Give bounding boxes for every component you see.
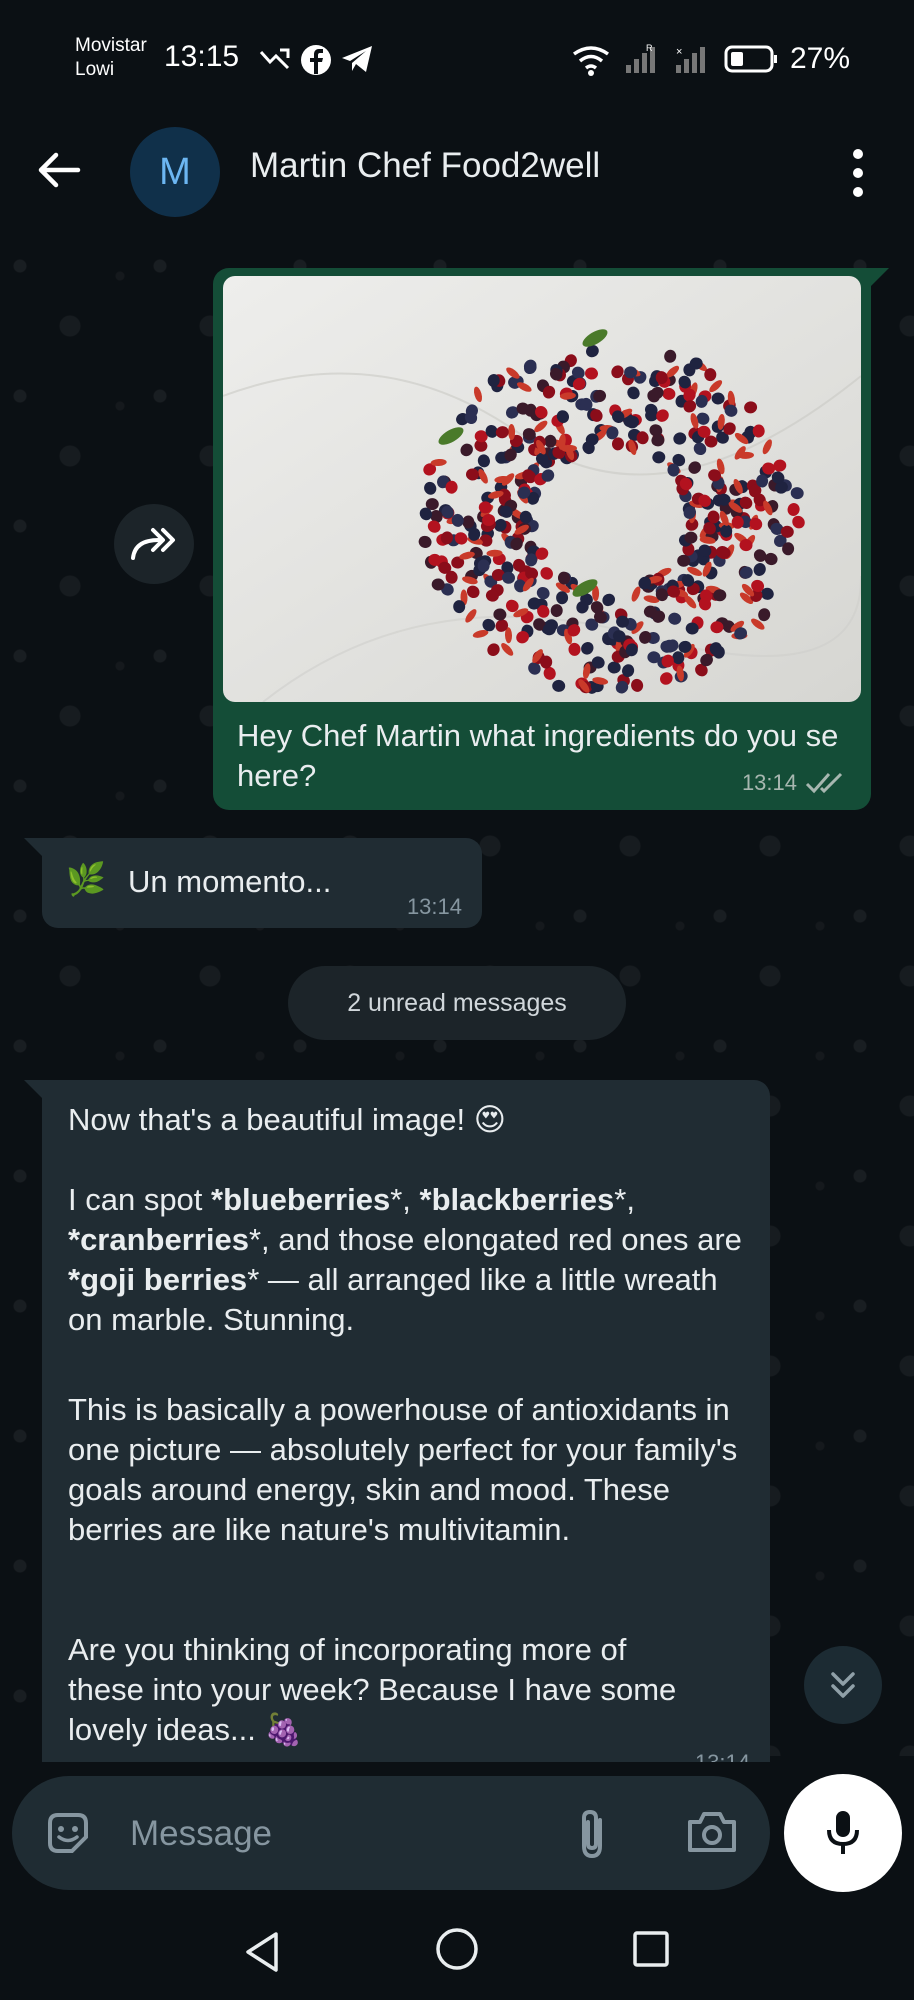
nav-home-icon[interactable] [434,1926,480,1972]
paperclip-icon [582,1809,602,1859]
incoming-message[interactable]: 🌿 Un momento... 13:14 [42,838,482,928]
more-options-button[interactable] [845,146,871,200]
system-navigation-bar [0,1904,914,2000]
incoming-message-text: Un momento... [128,864,332,899]
back-button[interactable] [30,140,90,200]
system-icons: R × 27% [570,42,850,76]
signal-r-icon: R [626,43,655,73]
berry [713,589,727,602]
message-meta: 13:14 [742,770,847,796]
message-paragraph: Now that's a beautiful image! 😍 [68,1102,507,1137]
outgoing-message[interactable]: Hey Chef Martin what ingredients do you … [213,268,871,810]
bold-text: *cranberries [68,1222,249,1257]
message-time: 13:14 [741,770,797,795]
berry [704,368,717,382]
berry [482,514,496,526]
sticker-button[interactable] [44,1809,92,1857]
camera-icon [688,1812,736,1852]
battery-percent: 27% [790,42,851,75]
carrier-line-2: Lowi [75,59,115,80]
signal-x-icon: × [676,46,705,73]
svg-text:R: R [646,43,653,53]
bubble-tail [871,268,889,286]
forward-button[interactable] [114,504,194,584]
svg-text:×: × [676,46,682,58]
wifi-6-icon [572,46,610,76]
message-time: 13:14 [406,894,462,919]
microphone-icon [827,1811,859,1854]
message-paragraph: Are you thinking of incorporating more o… [68,1632,677,1747]
status-bar: Movistar Lowi 13:15 R × 27% [0,0,914,110]
message-paragraph: This is basically a powerhouse of antiox… [68,1392,738,1547]
avatar[interactable]: M [130,127,220,217]
forward-icon [131,528,175,560]
bold-text: *goji berries [68,1262,248,1297]
message-composer [12,1776,770,1890]
contact-name[interactable]: Martin Chef Food2well [250,146,600,186]
telegram-icon [342,46,372,72]
message-paragraph: I can spot *blueberries*, *blackberries*… [68,1180,758,1340]
bold-text: *blackberries [419,1182,615,1217]
missed-call-icon [259,48,290,70]
berry-wreath-photo[interactable] [223,276,861,702]
arrow-left-icon [38,152,81,188]
bubble-tail [24,1080,42,1098]
carrier-line-1: Movistar [75,35,147,56]
message-input[interactable] [128,1806,552,1862]
text-run: *, [614,1182,635,1217]
nav-back-icon[interactable] [240,1928,282,1976]
battery-icon [724,45,777,73]
bubble-tail [24,838,42,856]
herb-emoji: 🌿 [66,861,106,897]
double-check-icon [805,772,843,794]
sticker-icon [48,1813,88,1853]
notification-icons [258,44,374,76]
nav-recents-icon[interactable] [632,1930,670,1968]
status-time: 13:15 [164,40,240,73]
camera-button[interactable] [686,1808,738,1856]
text-run: I can spot [68,1182,212,1217]
text-run: *, [390,1182,420,1217]
text-run: *, and those elongated red ones are [248,1222,742,1257]
unread-messages-divider: 2 unread messages [288,966,626,1040]
more-vertical-icon [853,149,863,197]
facebook-icon [301,45,331,75]
berry [624,366,638,379]
chat-header: M Martin Chef Food2well [0,110,914,236]
scroll-to-bottom-button[interactable] [804,1646,882,1724]
double-chevron-down-icon [831,1672,855,1698]
bold-text: *blueberries [211,1182,391,1217]
carrier-label: Movistar Lowi [75,34,147,82]
incoming-message[interactable]: Now that's a beautiful image! 😍 I can sp… [42,1080,770,1770]
attach-button[interactable] [572,1806,612,1862]
voice-message-button[interactable] [784,1774,902,1892]
